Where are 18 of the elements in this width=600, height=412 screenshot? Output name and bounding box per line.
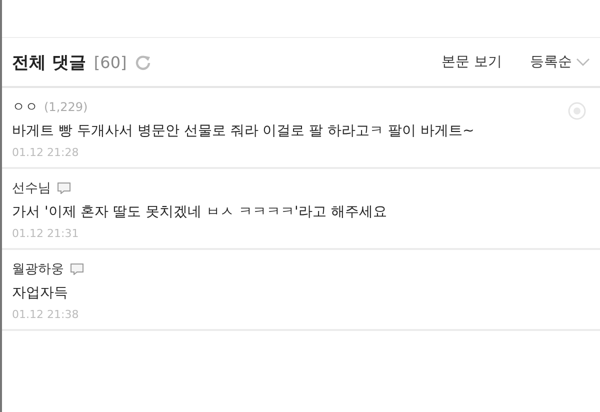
- comment-text: 자업자득: [12, 284, 69, 302]
- comment-time: 01.12 21:38: [12, 308, 80, 321]
- comment-text: 가서 '이제 혼자 딸도 못치겠네 ㅂㅅ ㅋㅋㅋㅋ'라고 해주세요: [12, 203, 388, 221]
- refresh-icon[interactable]: [134, 54, 151, 70]
- comment-time: 01.12 21:28: [12, 146, 80, 159]
- section-title: 전체 댓글: [12, 52, 86, 74]
- comment-count: [60]: [94, 52, 127, 72]
- comment-author[interactable]: ㅇㅇ: [12, 98, 38, 116]
- speech-bubble-icon[interactable]: [57, 182, 71, 194]
- author-count: (1,229): [44, 100, 88, 114]
- comment-time: 01.12 21:31: [12, 227, 80, 240]
- sort-dropdown[interactable]: 등록순: [530, 53, 590, 71]
- comment-author[interactable]: 월광하웅: [12, 260, 64, 278]
- view-article-link[interactable]: 본문 보기: [442, 53, 502, 71]
- comment-author[interactable]: 선수님: [12, 179, 51, 197]
- comment-text: 바게트 빵 두개사서 병문안 선물로 줘라 이걸로 팔 하라고ㅋ 팔이 바게트~: [12, 122, 476, 140]
- chevron-down-icon: [576, 58, 590, 66]
- speech-bubble-icon[interactable]: [70, 263, 84, 275]
